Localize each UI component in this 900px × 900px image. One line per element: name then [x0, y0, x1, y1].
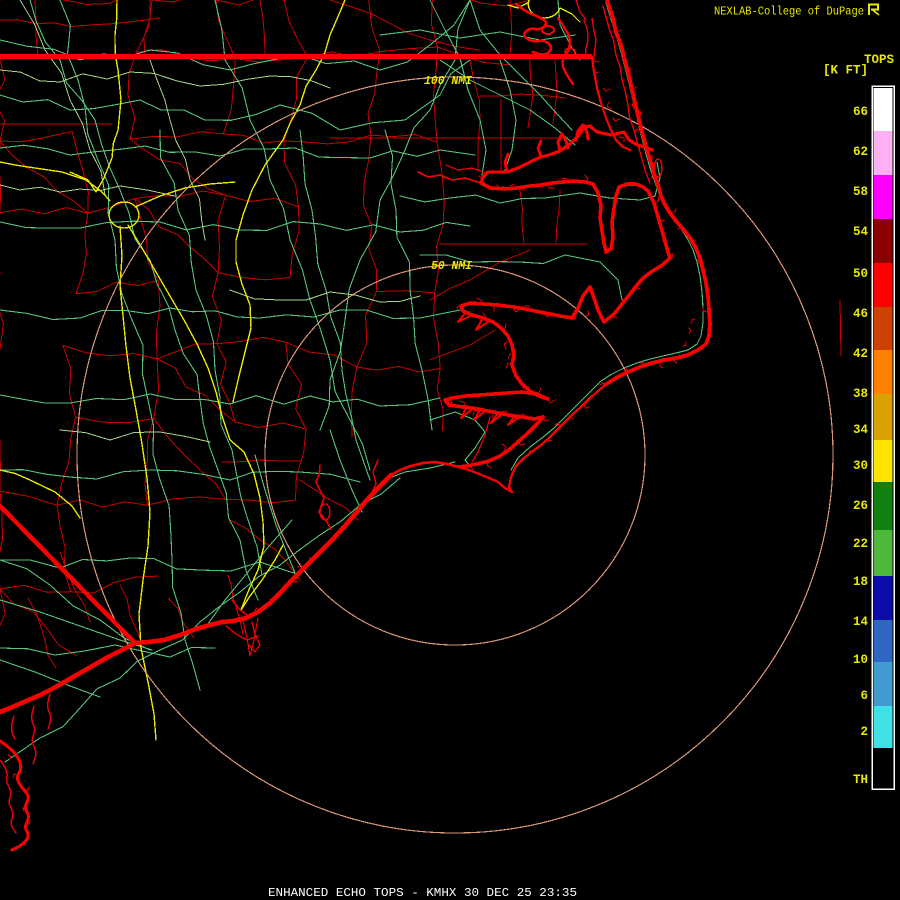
svg-text:30: 30: [853, 459, 868, 473]
svg-text:TH: TH: [853, 773, 868, 787]
svg-text:22: 22: [853, 537, 868, 551]
svg-text:26: 26: [853, 499, 868, 513]
svg-text:TOPS: TOPS: [864, 53, 894, 67]
svg-text:[K FT]: [K FT]: [823, 64, 868, 78]
svg-text:14: 14: [853, 615, 869, 629]
svg-text:6: 6: [860, 689, 868, 703]
svg-text:50 NMI: 50 NMI: [431, 260, 472, 273]
svg-text:50: 50: [853, 267, 868, 281]
svg-text:10: 10: [853, 653, 868, 667]
svg-text:58: 58: [853, 185, 868, 199]
svg-text:62: 62: [853, 145, 868, 159]
svg-text:46: 46: [853, 307, 868, 321]
svg-text:18: 18: [853, 575, 868, 589]
svg-text:38: 38: [853, 387, 868, 401]
svg-text:100 NMI: 100 NMI: [424, 75, 472, 88]
svg-text:ENHANCED ECHO TOPS - KMHX 30 D: ENHANCED ECHO TOPS - KMHX 30 DEC 25 23:3…: [268, 886, 577, 900]
svg-text:54: 54: [853, 225, 869, 239]
svg-text:NEXLAB-College of DuPage: NEXLAB-College of DuPage: [714, 5, 864, 19]
svg-text:34: 34: [853, 423, 869, 437]
svg-text:42: 42: [853, 347, 868, 361]
svg-text:2: 2: [860, 725, 868, 739]
svg-text:66: 66: [853, 105, 868, 119]
